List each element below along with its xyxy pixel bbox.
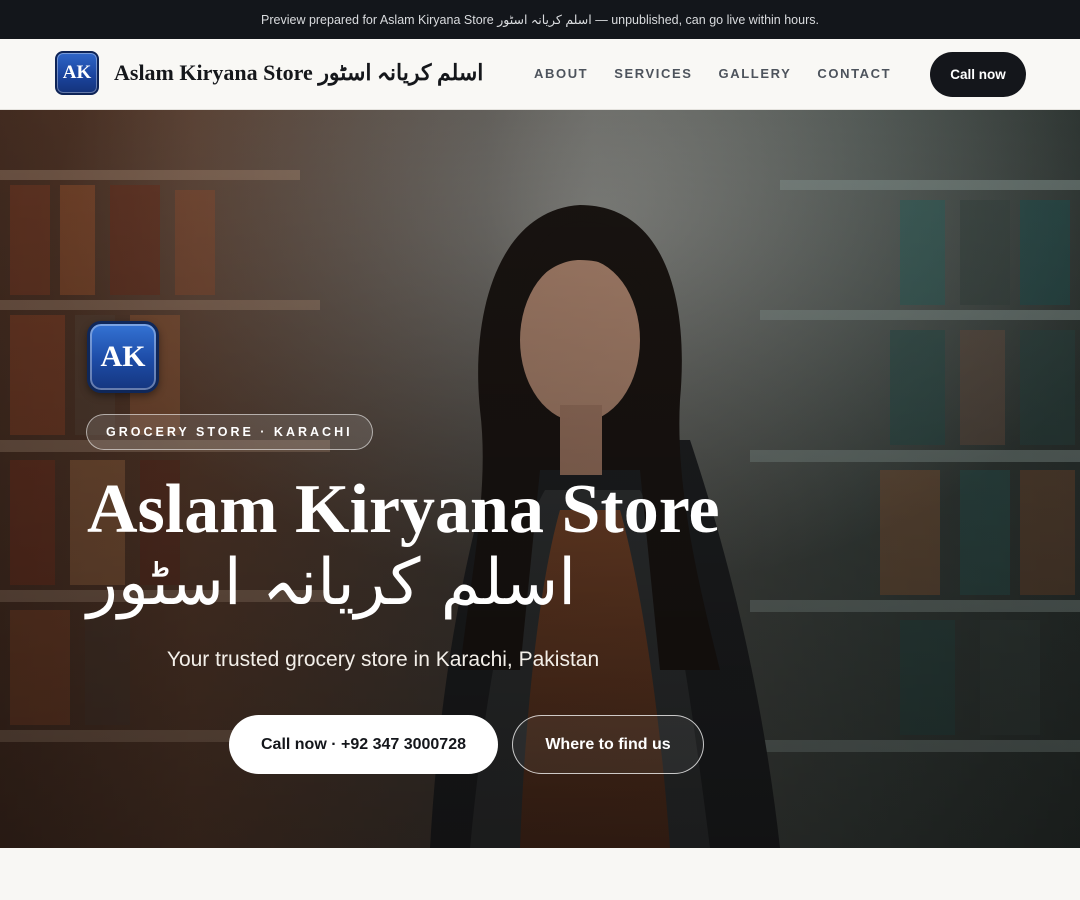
- nav-services[interactable]: SERVICES: [614, 66, 692, 81]
- hero-logo-initials: AK: [100, 340, 146, 373]
- hero-title-english: Aslam Kiryana Store: [87, 471, 720, 548]
- hero-tagline: Your trusted grocery store in Karachi, P…: [166, 648, 600, 671]
- category-pill-text: GROCERY STORE · KARACHI: [106, 425, 353, 439]
- hero-logo-badge: AK: [87, 321, 159, 393]
- category-pill: GROCERY STORE · KARACHI: [86, 414, 373, 450]
- hero-title-urdu: اسلم کریانہ اسٹور: [87, 546, 576, 620]
- nav-about[interactable]: ABOUT: [534, 66, 588, 81]
- header-call-button[interactable]: Call now: [930, 52, 1026, 97]
- nav-gallery[interactable]: GALLERY: [719, 66, 792, 81]
- site-header: AK Aslam Kiryana Store اسلم کریانہ اسٹور…: [0, 39, 1080, 110]
- logo-initials: AK: [62, 62, 92, 83]
- brand-name: Aslam Kiryana Store اسلم کریانہ اسٹور: [114, 60, 484, 85]
- logo-badge: AK: [55, 51, 99, 95]
- call-now-button[interactable]: Call now · +92 347 3000728: [229, 715, 498, 774]
- preview-banner: Preview prepared for Aslam Kiryana Store…: [0, 0, 1080, 39]
- preview-banner-text: Preview prepared for Aslam Kiryana Store…: [261, 13, 819, 27]
- hero-section: AK GROCERY STORE · KARACHI Aslam Kiryana…: [0, 110, 1080, 848]
- brand-link[interactable]: AK Aslam Kiryana Store اسلم کریانہ اسٹور: [55, 51, 483, 95]
- where-to-find-us-button[interactable]: Where to find us: [512, 715, 704, 774]
- main-nav: ABOUT SERVICES GALLERY CONTACT: [534, 66, 891, 81]
- nav-contact[interactable]: CONTACT: [817, 66, 891, 81]
